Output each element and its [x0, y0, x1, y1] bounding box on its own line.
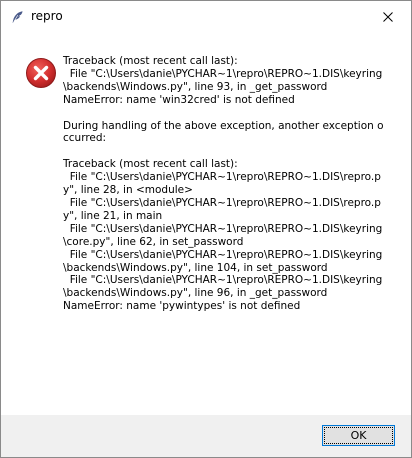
error-message: Traceback (most recent call last): File … — [63, 55, 384, 313]
close-icon — [383, 11, 393, 22]
ok-button[interactable]: OK — [322, 425, 395, 446]
close-button[interactable] — [365, 1, 411, 32]
window-title: repro — [31, 9, 63, 23]
dialog-footer: OK — [1, 415, 411, 457]
dialog-window: repro Traceback (most recent call last):… — [0, 0, 412, 458]
feather-icon — [10, 9, 24, 23]
title-bar[interactable]: repro — [1, 1, 411, 32]
error-icon — [25, 57, 57, 89]
